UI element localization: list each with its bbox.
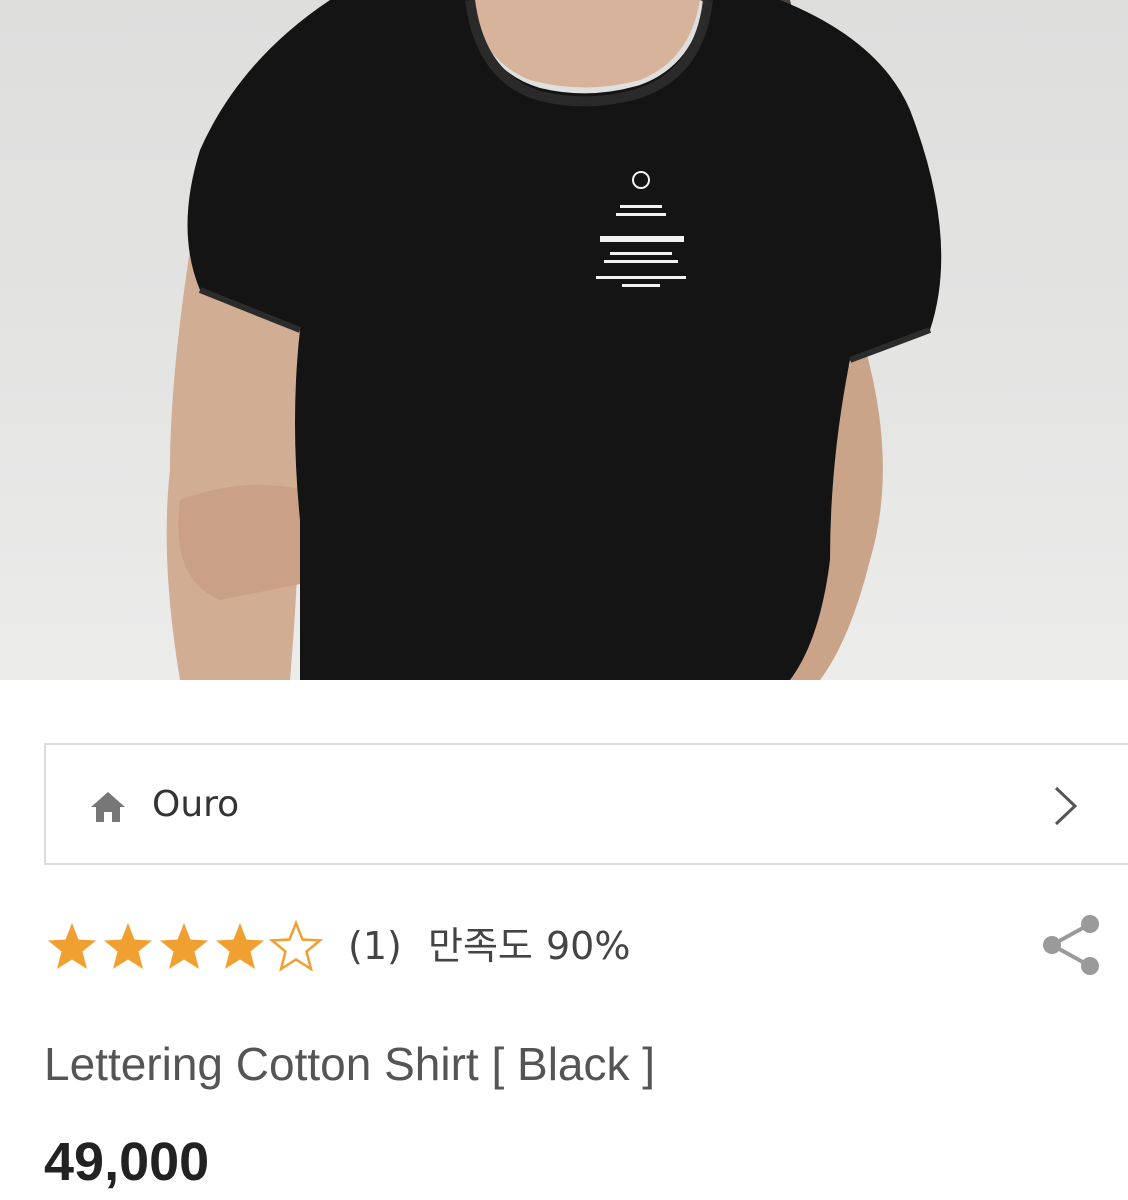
print-line (616, 213, 666, 216)
print-line (604, 260, 678, 263)
review-count[interactable]: (1) (348, 920, 402, 972)
product-page: Ouro (1) 만족도 90% Lettering Cotton Shirt … (0, 0, 1128, 1200)
star-empty-icon (268, 920, 324, 972)
product-title: Lettering Cotton Shirt [ Black ] (44, 1038, 656, 1090)
rating-row: (1) 만족도 90% (44, 912, 1104, 982)
print-line (610, 252, 672, 255)
star-filled-icon (160, 923, 208, 969)
print-line (596, 276, 686, 279)
product-price: 49,000 (44, 1132, 210, 1192)
satisfaction-value: 90% (546, 924, 631, 968)
product-image[interactable] (0, 0, 1128, 680)
star-rating (44, 920, 324, 972)
store-name: Ouro (152, 784, 240, 825)
star-filled-icon (104, 923, 152, 969)
star-filled-icon (48, 923, 96, 969)
satisfaction-label: 만족도 (428, 924, 533, 968)
product-photo-illustration (166, 0, 942, 680)
star-filled-icon (216, 923, 264, 969)
print-line (620, 205, 662, 208)
print-care-symbols (600, 236, 684, 242)
store-link[interactable]: Ouro (44, 743, 1128, 865)
home-icon (91, 792, 125, 822)
chevron-right-icon (1054, 786, 1078, 826)
print-line (622, 284, 660, 287)
share-icon[interactable] (1040, 912, 1102, 978)
